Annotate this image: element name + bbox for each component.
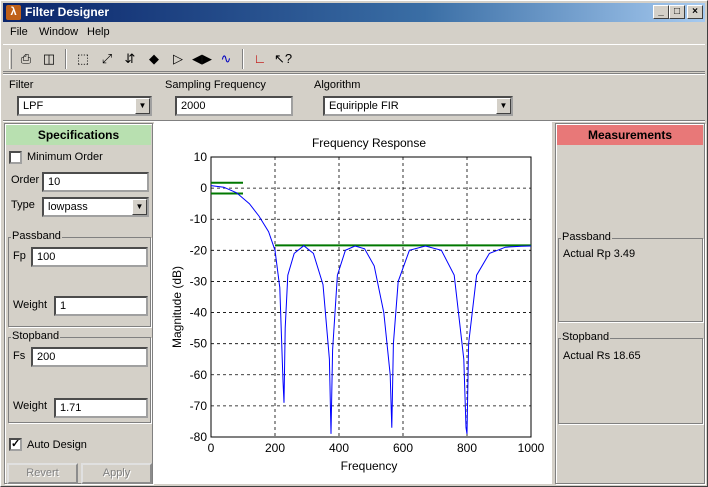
x-tick-label: 200 [265,441,285,455]
apply-button[interactable]: Apply [81,463,152,484]
measured-passband-title: Passband [561,231,612,243]
divider [3,73,705,75]
select-region-icon[interactable]: ⬚ [73,50,93,68]
algorithm-label: Algorithm [314,79,361,91]
toolbar: ⎙ ◫ ⬚ ⤢ ⇵ ◆ ▷ ◀▶ ∿ ∟ ↖? [3,44,705,72]
order-input[interactable]: 10 [42,172,149,192]
x-tick-label: 800 [457,441,477,455]
x-axis-label: Frequency [341,459,398,473]
minimize-button[interactable]: _ [653,5,669,19]
toolbar-separator [65,49,67,69]
x-tick-label: 600 [393,441,413,455]
algorithm-select[interactable]: Equiripple FIR ▼ [323,96,513,116]
chevron-down-icon[interactable]: ▼ [132,199,147,215]
stopband-weight-input[interactable]: 1.71 [54,398,148,418]
actual-rp-text: Actual Rp 3.49 [563,248,636,260]
measured-stopband-group: Stopband Actual Rs 18.65 [558,331,703,424]
title-bar: λ Filter Designer _ □ × [3,3,705,22]
grid-lines [210,156,532,438]
matlab-logo-icon: λ [6,5,21,20]
algorithm-select-value: Equiripple FIR [329,100,399,112]
y-tick-label: 10 [194,150,208,164]
fs-label: Fs [13,350,26,362]
plot-area: Frequency Response Frequency Magnitude (… [154,122,552,484]
chart-title: Frequency Response [312,136,426,150]
filter-select-value: LPF [23,100,44,112]
whats-this-icon[interactable]: ↖? [273,50,293,68]
specifications-header: Specifications [6,125,151,145]
passband-group: Passband Fp 100 Weight 1 [8,230,151,327]
zoom-fit-icon[interactable]: ⤢ [97,50,117,68]
y-tick-label: 0 [200,181,207,195]
auto-design-checkbox[interactable]: ✓ [9,438,22,451]
frequency-response-chart: Frequency Response Frequency Magnitude (… [170,136,545,473]
stopband-group: Stopband Fs 200 Weight 1.71 [8,330,151,423]
stopband-weight-label: Weight [13,400,48,412]
window-title: Filter Designer [25,5,110,19]
specifications-panel: Specifications Minimum Order Order 10 Ty… [4,123,153,484]
y-tick-label: -70 [190,399,208,413]
x-tick-label: 400 [329,441,349,455]
type-select[interactable]: lowpass ▼ [42,197,149,217]
zoom-x-icon[interactable]: ▷ [168,50,188,68]
zoom-in-x-icon[interactable]: ◀▶ [192,50,212,68]
zoom-vertical-icon[interactable]: ⇵ [120,50,140,68]
fp-input[interactable]: 100 [31,247,148,267]
stopband-title: Stopband [11,330,61,342]
toolbar-separator [242,49,244,69]
plot-frame [210,156,532,438]
menu-help[interactable]: Help [87,26,110,38]
type-label: Type [11,199,35,211]
response-plot-icon[interactable]: ∿ [216,50,236,68]
y-tick-label: -80 [190,430,208,444]
x-tick-label: 0 [208,441,215,455]
menu-bar: File Window Help [3,23,705,42]
sampling-frequency-input[interactable]: 2000 [175,96,293,116]
zoom-in-y-icon[interactable]: ◆ [144,50,164,68]
measured-stopband-title: Stopband [561,331,611,343]
filter-label: Filter [9,79,34,91]
y-tick-label: -30 [190,274,208,288]
order-label: Order [11,174,40,186]
actual-rs-text: Actual Rs 18.65 [563,350,641,362]
print-preview-icon[interactable]: ◫ [39,50,59,68]
y-tick-label: -20 [190,243,208,257]
minimum-order-label: Minimum Order [27,151,103,163]
x-tick-label: 1000 [518,441,545,455]
auto-design-label: Auto Design [27,439,87,451]
measurements-header: Measurements [557,125,703,145]
toolbar-grip [9,49,12,69]
y-axis-label: Magnitude (dB) [170,266,184,348]
filter-select[interactable]: LPF ▼ [17,96,152,116]
menu-file[interactable]: File [10,26,28,38]
y-tick-label: -10 [190,212,208,226]
printer-icon[interactable]: ⎙ [16,50,36,68]
type-select-value: lowpass [48,201,88,213]
y-tick-label: -40 [190,306,208,320]
measurements-panel: Measurements Passband Actual Rp 3.49 Sto… [555,123,705,484]
chevron-down-icon[interactable]: ▼ [496,98,511,114]
close-button[interactable]: × [687,5,703,19]
fp-label: Fp [13,250,26,262]
menu-window[interactable]: Window [39,26,78,38]
filter-view-icon[interactable]: ∟ [250,50,270,68]
revert-button[interactable]: Revert [7,463,78,484]
sampling-frequency-label: Sampling Frequency [165,79,266,91]
passband-title: Passband [11,230,62,242]
chevron-down-icon[interactable]: ▼ [135,98,150,114]
passband-weight-label: Weight [13,299,48,311]
maximize-button[interactable]: □ [669,5,685,19]
filter-designer-window: λ Filter Designer _ □ × File Window Help… [0,0,708,487]
passband-weight-input[interactable]: 1 [54,296,148,316]
measured-passband-group: Passband Actual Rp 3.49 [558,231,703,322]
y-tick-label: -50 [190,337,208,351]
minimum-order-checkbox[interactable] [9,151,22,164]
fs-input[interactable]: 200 [31,347,148,367]
y-tick-label: -60 [190,368,208,382]
